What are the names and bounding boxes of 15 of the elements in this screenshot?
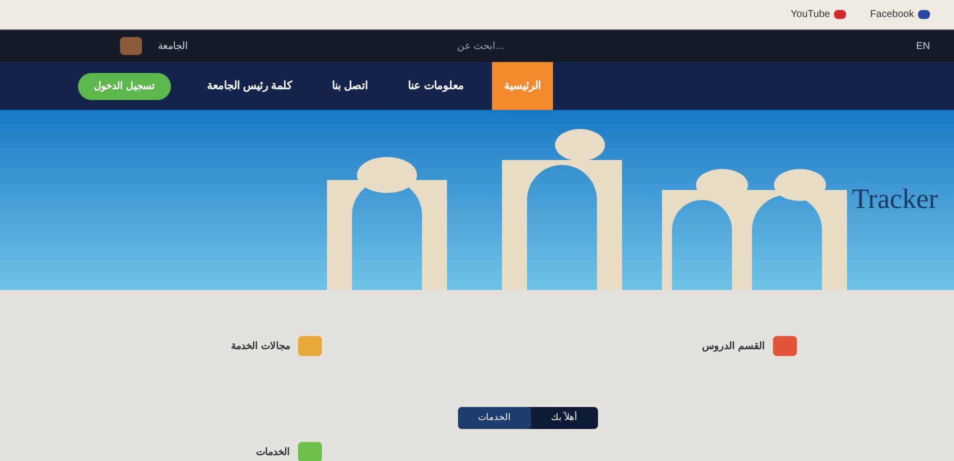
search-field[interactable]: ابحث عن... xyxy=(324,38,504,54)
toggle-tab[interactable]: الخدمات xyxy=(458,407,531,428)
card-title[interactable]: القسم الدروس xyxy=(675,338,765,354)
site-name: الجامعة xyxy=(158,40,188,54)
hero-title: Tracker xyxy=(852,183,938,217)
language-link[interactable]: EN xyxy=(916,38,930,54)
bookmark-link[interactable]: Facebook xyxy=(870,7,914,22)
nav-tab[interactable]: اتصل بنا xyxy=(320,62,380,110)
toggle-tab[interactable]: أهلاً بك xyxy=(531,407,598,428)
card-title[interactable]: الخدمات xyxy=(200,444,290,460)
nav-tab[interactable]: معلومات عنا xyxy=(396,62,476,110)
nav-tab[interactable]: كلمة رئيس الجامعة xyxy=(194,62,304,110)
logo-icon[interactable] xyxy=(120,37,142,55)
card-title[interactable]: مجالات الخدمة xyxy=(200,338,290,354)
bookmark-link[interactable]: YouTube xyxy=(790,7,830,22)
